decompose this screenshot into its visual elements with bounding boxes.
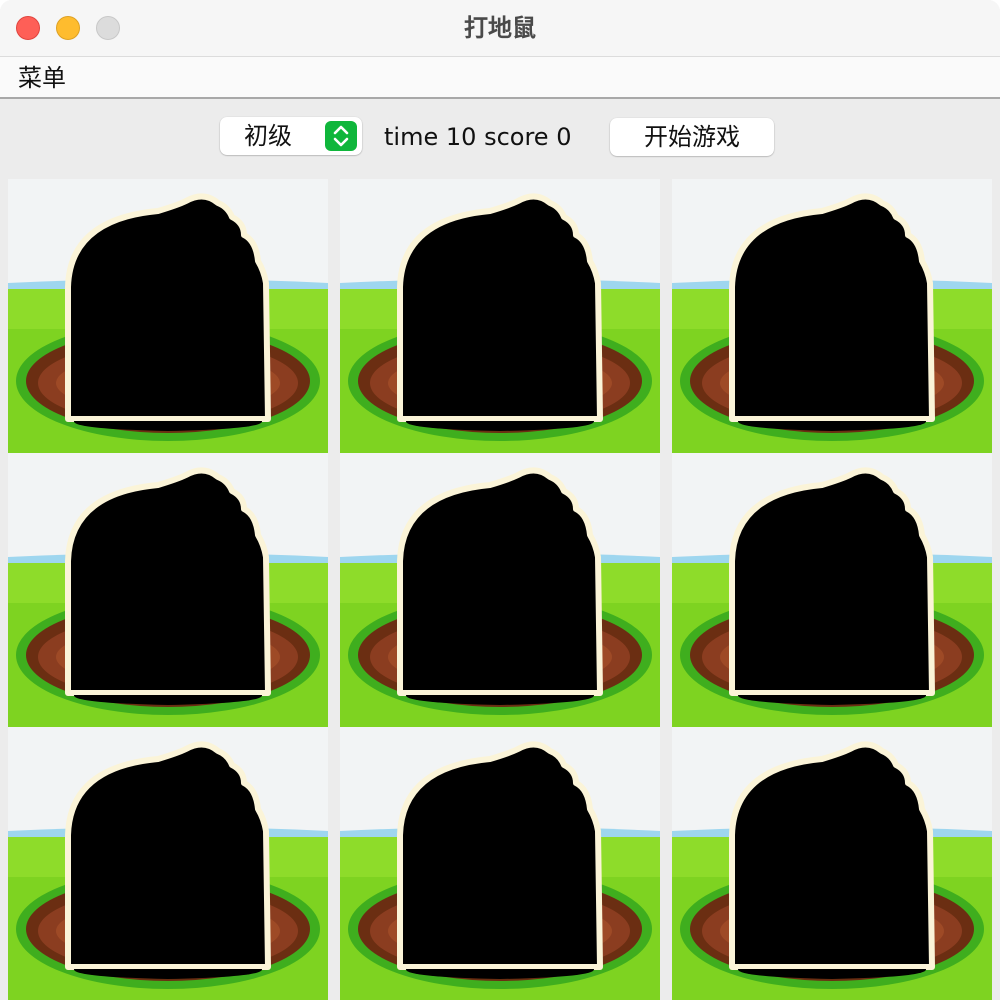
mole-hole-cell[interactable] [340, 727, 660, 1000]
menu-item-menu[interactable]: 菜单 [18, 57, 66, 97]
difficulty-select-value: 初级 [244, 122, 292, 150]
menu-bar: 菜单 [0, 57, 1000, 99]
mole-hole-icon [672, 727, 992, 1000]
mole-hole-cell[interactable] [8, 727, 328, 1000]
mole-hole-cell[interactable] [8, 453, 328, 727]
mole-hole-cell[interactable] [8, 179, 328, 453]
time-score-status: time 10 score 0 [384, 117, 571, 157]
title-bar: 打地鼠 [0, 0, 1000, 57]
window-title: 打地鼠 [464, 14, 536, 42]
zoom-window-button[interactable] [96, 16, 120, 40]
mole-hole-icon [8, 453, 328, 727]
mole-hole-icon [340, 453, 660, 727]
score-label: score [484, 123, 549, 151]
mole-hole-icon [672, 179, 992, 453]
close-window-button[interactable] [16, 16, 40, 40]
mole-hole-icon [672, 453, 992, 727]
mole-hole-icon [8, 179, 328, 453]
game-window: 打地鼠 菜单 初级 time 10 score 0 开始游戏 [0, 0, 1000, 1000]
control-row: 初级 time 10 score 0 开始游戏 [0, 99, 1000, 177]
score-value: 0 [556, 123, 572, 151]
start-game-button[interactable]: 开始游戏 [610, 118, 774, 156]
difficulty-select[interactable]: 初级 [220, 117, 362, 155]
mole-hole-cell[interactable] [672, 179, 992, 453]
mole-hole-cell[interactable] [340, 453, 660, 727]
up-down-chevron-icon [325, 121, 357, 151]
mole-hole-icon [8, 727, 328, 1000]
time-label: time [384, 123, 439, 151]
mole-hole-icon [340, 727, 660, 1000]
mole-hole-icon [340, 179, 660, 453]
mole-grid [0, 177, 1000, 1000]
mole-hole-cell[interactable] [672, 727, 992, 1000]
mole-hole-cell[interactable] [340, 179, 660, 453]
minimize-window-button[interactable] [56, 16, 80, 40]
time-value: 10 [445, 123, 477, 151]
mole-hole-cell[interactable] [672, 453, 992, 727]
